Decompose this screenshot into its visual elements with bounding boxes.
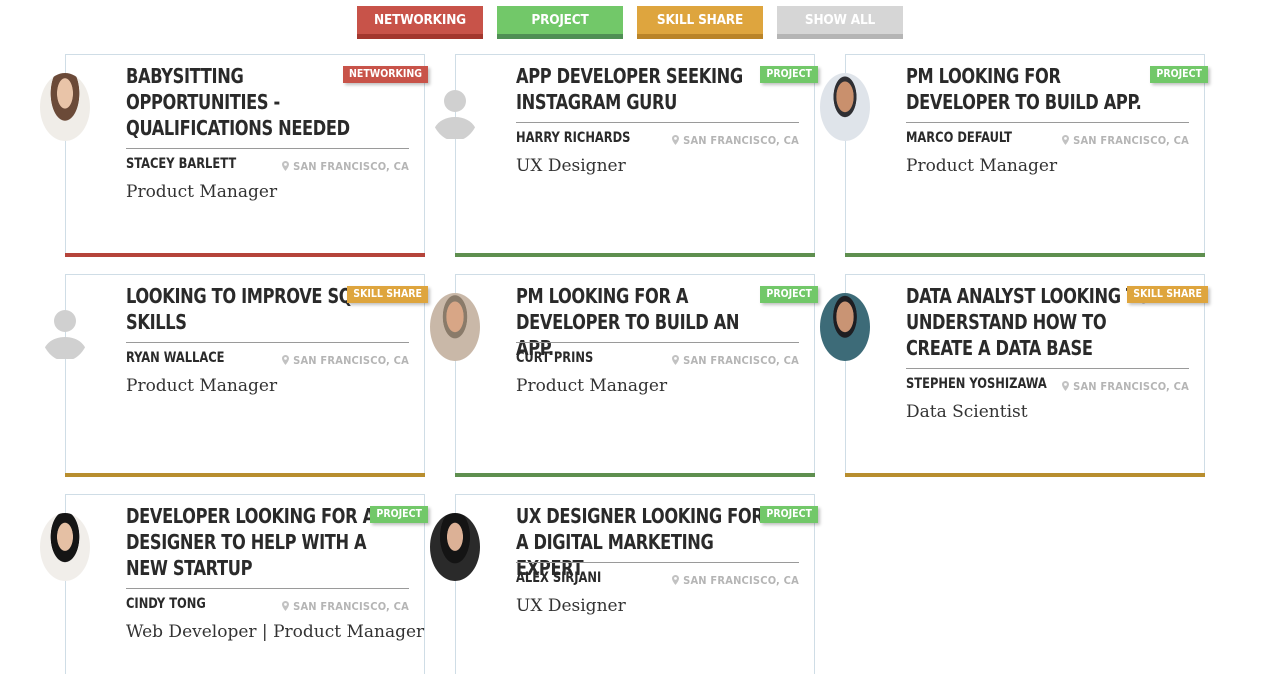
location-pin-icon (672, 575, 680, 585)
category-tag: PROJECT (760, 506, 818, 523)
divider (126, 342, 409, 343)
category-tag: SKILL SHARE (1127, 286, 1208, 303)
post-card[interactable]: PM LOOKING FOR A DEVELOPER TO BUILD AN A… (430, 274, 818, 477)
location: SAN FRANCISCO, CA (1062, 380, 1189, 393)
category-bar (845, 473, 1205, 477)
author-role: Product Manager (126, 182, 278, 202)
author-role: UX Designer (516, 156, 626, 176)
author-role: Product Manager (516, 376, 668, 396)
location-pin-icon (672, 135, 680, 145)
location-text: SAN FRANCISCO, CA (293, 600, 409, 613)
post-title: DEVELOPER LOOKING FOR A DESIGNER TO HELP… (126, 504, 375, 580)
location: SAN FRANCISCO, CA (672, 574, 799, 587)
post-title: APP DEVELOPER SEEKING INSTAGRAM GURU (516, 64, 743, 114)
divider (126, 588, 409, 589)
filter-skill-share-button[interactable]: SKILL SHARE (637, 6, 763, 39)
post-card[interactable]: DATA ANALYST LOOKING TO UNDERSTAND HOW T… (820, 274, 1208, 477)
author-name[interactable]: CINDY TONG (126, 596, 206, 612)
location-text: SAN FRANCISCO, CA (683, 134, 799, 147)
category-bar (65, 253, 425, 257)
location-text: SAN FRANCISCO, CA (683, 574, 799, 587)
author-name[interactable]: MARCO DEFAULT (906, 130, 1012, 146)
post-card[interactable]: PM LOOKING FOR DEVELOPER TO BUILD APP. P… (820, 54, 1208, 257)
location-text: SAN FRANCISCO, CA (293, 354, 409, 367)
divider (516, 562, 799, 563)
author-name[interactable]: CURT PRINS (516, 350, 593, 366)
location: SAN FRANCISCO, CA (282, 354, 409, 367)
author-role: UX Designer (516, 596, 626, 616)
author-name[interactable]: HARRY RICHARDS (516, 130, 630, 146)
location-pin-icon (1062, 381, 1070, 391)
filter-project-button[interactable]: PROJECT (497, 6, 623, 39)
category-tag: SKILL SHARE (347, 286, 428, 303)
post-card[interactable]: APP DEVELOPER SEEKING INSTAGRAM GURU PRO… (432, 54, 818, 257)
post-title: PM LOOKING FOR DEVELOPER TO BUILD APP. (906, 64, 1142, 114)
divider (126, 148, 409, 149)
author-name[interactable]: STACEY BARLETT (126, 156, 236, 172)
divider (516, 122, 799, 123)
post-title: LOOKING TO IMPROVE SQL SKILLS (126, 284, 363, 334)
avatar (40, 73, 90, 141)
category-bar (455, 253, 815, 257)
post-card[interactable]: UX DESIGNER LOOKING FOR A DIGITAL MARKET… (430, 494, 818, 674)
post-card[interactable]: DEVELOPER LOOKING FOR A DESIGNER TO HELP… (40, 494, 428, 674)
post-title: DATA ANALYST LOOKING TO UNDERSTAND HOW T… (906, 284, 1151, 360)
category-tag: PROJECT (370, 506, 428, 523)
location: SAN FRANCISCO, CA (672, 354, 799, 367)
avatar (40, 293, 90, 361)
category-bar (65, 473, 425, 477)
category-tag: PROJECT (760, 66, 818, 83)
location: SAN FRANCISCO, CA (672, 134, 799, 147)
divider (906, 122, 1189, 123)
author-role: Product Manager (126, 376, 278, 396)
author-role: Data Scientist (906, 402, 1028, 422)
filter-networking-button[interactable]: NETWORKING (357, 6, 483, 39)
location-text: SAN FRANCISCO, CA (293, 160, 409, 173)
author-name[interactable]: RYAN WALLACE (126, 350, 224, 366)
author-name[interactable]: ALEX SIRJANI (516, 570, 601, 586)
avatar (40, 513, 90, 581)
post-card[interactable]: BABYSITTING OPPORTUNITIES - QUALIFICATIO… (40, 54, 428, 257)
category-tag: PROJECT (760, 286, 818, 303)
avatar (820, 293, 870, 361)
divider (516, 342, 799, 343)
location-text: SAN FRANCISCO, CA (683, 354, 799, 367)
avatar (430, 513, 480, 581)
location-pin-icon (672, 355, 680, 365)
filter-show-all-button[interactable]: SHOW ALL (777, 6, 903, 39)
location-text: SAN FRANCISCO, CA (1073, 380, 1189, 393)
author-name[interactable]: STEPHEN YOSHIZAWA (906, 376, 1047, 392)
post-card[interactable]: LOOKING TO IMPROVE SQL SKILLS SKILL SHAR… (42, 274, 428, 477)
category-tag: PROJECT (1150, 66, 1208, 83)
divider (906, 368, 1189, 369)
location: SAN FRANCISCO, CA (1062, 134, 1189, 147)
location-pin-icon (1062, 135, 1070, 145)
user-placeholder-icon (42, 310, 88, 359)
location-pin-icon (282, 161, 290, 171)
location: SAN FRANCISCO, CA (282, 160, 409, 173)
category-bar (845, 253, 1205, 257)
location: SAN FRANCISCO, CA (282, 600, 409, 613)
location-pin-icon (282, 355, 290, 365)
author-role: Web Developer | Product Manager (126, 622, 425, 642)
avatar (820, 73, 870, 141)
location-text: SAN FRANCISCO, CA (1073, 134, 1189, 147)
avatar (430, 293, 480, 361)
category-tag: NETWORKING (342, 66, 428, 83)
avatar (430, 73, 480, 141)
filter-bar: NETWORKING PROJECT SKILL SHARE SHOW ALL (0, 6, 1270, 40)
author-role: Product Manager (906, 156, 1058, 176)
category-bar (455, 473, 815, 477)
user-placeholder-icon (432, 90, 478, 139)
location-pin-icon (282, 601, 290, 611)
